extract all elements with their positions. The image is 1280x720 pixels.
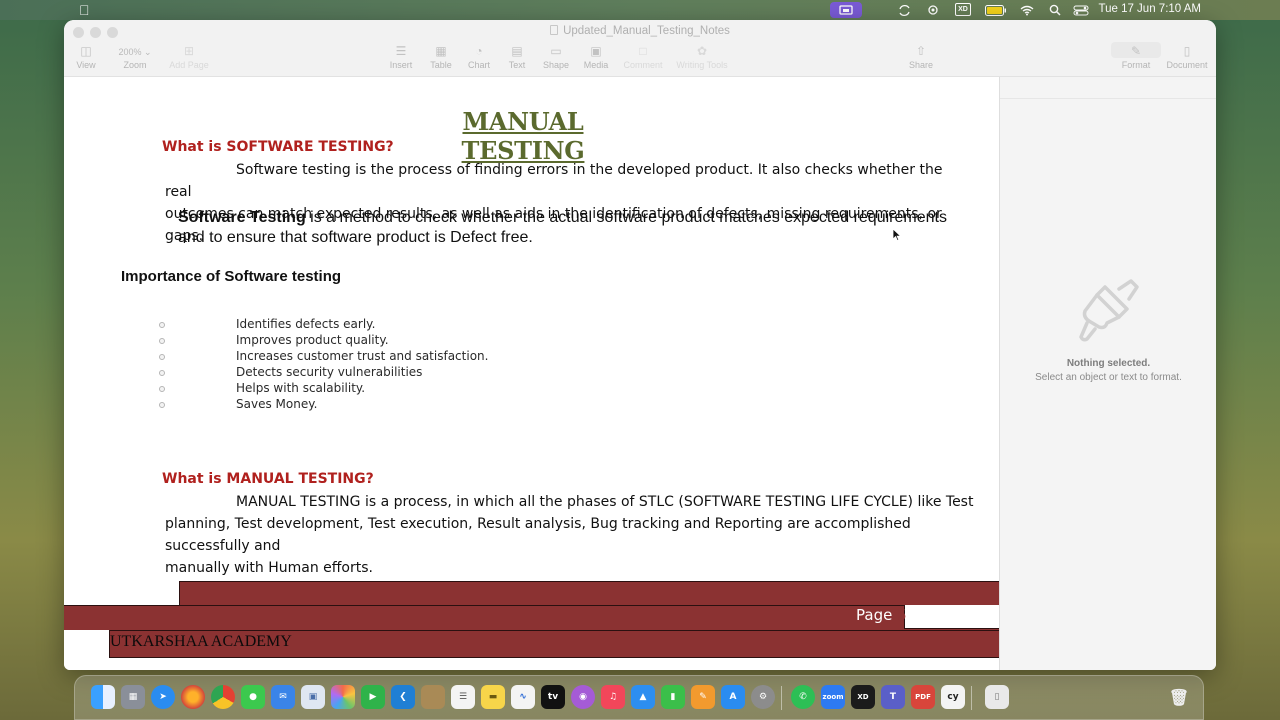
format-button[interactable]: ✎ Format <box>1111 42 1161 70</box>
safari-icon[interactable]: ➤ <box>151 685 175 709</box>
bullet-icon <box>159 322 165 328</box>
bullet-icon <box>159 402 165 408</box>
footer-academy-name[interactable]: UTKARSHAA ACADEMY <box>110 633 292 651</box>
share-button[interactable]: ⇧ Share <box>897 42 945 70</box>
media-icon: ▣ <box>590 44 602 58</box>
finder-icon[interactable] <box>91 685 115 709</box>
mouse-cursor-icon <box>892 228 902 242</box>
menu-bar:  XD Tue 17 Jun 7:10 AM <box>0 0 1280 20</box>
screen-share-icon[interactable] <box>830 2 862 18</box>
comment-icon: □ <box>639 44 647 58</box>
view-button[interactable]: ◫ View <box>64 42 110 70</box>
manual-testing-heading[interactable]: What is MANUAL TESTING? <box>162 471 374 487</box>
writing-tools-button[interactable]: ✿ Writing Tools <box>672 42 732 70</box>
freeform-icon[interactable]: ∿ <box>511 685 535 709</box>
photos-icon[interactable] <box>331 685 355 709</box>
firefox-icon[interactable] <box>181 685 205 709</box>
format-panel-header <box>1000 77 1216 99</box>
trash-icon[interactable]: 🗑 <box>1167 685 1191 709</box>
cypress-icon[interactable]: cy <box>941 685 965 709</box>
sync-icon[interactable] <box>896 2 912 18</box>
search-icon[interactable] <box>1047 2 1063 18</box>
bullet-icon <box>159 386 165 392</box>
preview-icon[interactable]: ▣ <box>301 685 325 709</box>
folder-icon[interactable] <box>421 685 445 709</box>
bullet-icon <box>159 338 165 344</box>
page-number-box <box>904 605 999 629</box>
reminders-icon[interactable]: ☰ <box>451 685 475 709</box>
document-icon: ▯ <box>1183 44 1191 58</box>
paintbrush-icon: ✎ <box>1130 44 1142 58</box>
document-title[interactable]: MANUAL TESTING <box>417 107 629 165</box>
facetime-icon[interactable]: ▶ <box>361 685 385 709</box>
manual-testing-paragraph[interactable]: MANUAL TESTING is a process, in which al… <box>165 491 995 579</box>
dock-separator <box>781 686 782 710</box>
launchpad-icon[interactable]: ▦ <box>121 685 145 709</box>
software-testing-definition[interactable]: Software Testing is a method to check wh… <box>178 208 968 248</box>
system-settings-icon[interactable]: ⚙ <box>751 685 775 709</box>
pdf-icon[interactable]: PDF <box>911 685 935 709</box>
minimized-document-icon[interactable]: ▯ <box>985 685 1009 709</box>
document-icon <box>550 25 559 35</box>
importance-heading[interactable]: Importance of Software testing <box>121 268 341 285</box>
teams-icon[interactable]: T <box>881 685 905 709</box>
writing-tools-icon: ✿ <box>696 44 708 58</box>
comment-button[interactable]: □ Comment <box>619 42 667 70</box>
window-title: Updated_Manual_Testing_Notes <box>64 25 1216 37</box>
keynote-icon[interactable]: ▲ <box>631 685 655 709</box>
zoom-button[interactable]: 200% ⌄ Zoom <box>111 42 159 70</box>
xd-pen-icon[interactable]: XD <box>955 3 971 16</box>
apple-tv-icon[interactable]: tv <box>541 685 565 709</box>
media-button[interactable]: ▣ Media <box>572 42 620 70</box>
document-canvas[interactable]: MANUAL TESTING What is SOFTWARE TESTING?… <box>64 77 999 670</box>
window-toolbar: Updated_Manual_Testing_Notes ◫ View 200%… <box>64 20 1216 77</box>
bullet-icon <box>159 370 165 376</box>
app-store-icon[interactable]: A <box>721 685 745 709</box>
dock: ▦ ➤ ● ✉ ▣ ▶ ❮ ☰ ▬ ∿ tv ◉ ♫ ▲ ▮ ✎ A ⚙ ✆ z… <box>74 675 1204 720</box>
nothing-selected-title: Nothing selected. <box>1066 358 1151 369</box>
xd-pen-icon[interactable]: XD <box>851 685 875 709</box>
messages-icon[interactable]: ● <box>241 685 265 709</box>
pages-icon[interactable]: ✎ <box>691 685 715 709</box>
software-testing-heading[interactable]: What is SOFTWARE TESTING? <box>162 139 394 155</box>
control-icon[interactable] <box>925 2 941 18</box>
whatsapp-icon[interactable]: ✆ <box>791 685 815 709</box>
sidebar-icon: ◫ <box>80 44 92 58</box>
battery-icon[interactable] <box>985 2 1007 18</box>
menu-clock[interactable]: Tue 17 Jun 7:10 AM <box>1098 3 1201 15</box>
pages-window: Updated_Manual_Testing_Notes ◫ View 200%… <box>64 20 1216 670</box>
nothing-selected-subtitle: Select an object or text to format. <box>1035 372 1182 383</box>
notes-icon[interactable]: ▬ <box>481 685 505 709</box>
wifi-icon[interactable] <box>1019 2 1035 18</box>
bullet-icon <box>159 354 165 360</box>
document-button[interactable]: ▯ Document <box>1162 42 1212 70</box>
music-icon[interactable]: ♫ <box>601 685 625 709</box>
add-page-button[interactable]: ⊞ Add Page <box>164 42 214 70</box>
vscode-icon[interactable]: ❮ <box>391 685 415 709</box>
page-number[interactable]: Page 5 <box>856 606 907 624</box>
add-page-icon: ⊞ <box>183 44 195 58</box>
zoom-select[interactable]: 200% ⌄ <box>114 45 155 60</box>
numbers-icon[interactable]: ▮ <box>661 685 685 709</box>
control-center-icon[interactable] <box>1071 2 1091 18</box>
footer-bar-top <box>179 581 999 605</box>
mail-icon[interactable]: ✉ <box>271 685 295 709</box>
format-panel: Nothing selected. Select an object or te… <box>999 77 1216 670</box>
zoom-icon[interactable]: zoom <box>821 685 845 709</box>
share-icon: ⇧ <box>915 44 927 58</box>
dock-separator <box>971 686 972 710</box>
apple-icon[interactable]:  <box>79 2 90 18</box>
podcasts-icon[interactable]: ◉ <box>571 685 595 709</box>
chrome-icon[interactable] <box>211 685 235 709</box>
paintbrush-icon <box>1079 279 1139 342</box>
